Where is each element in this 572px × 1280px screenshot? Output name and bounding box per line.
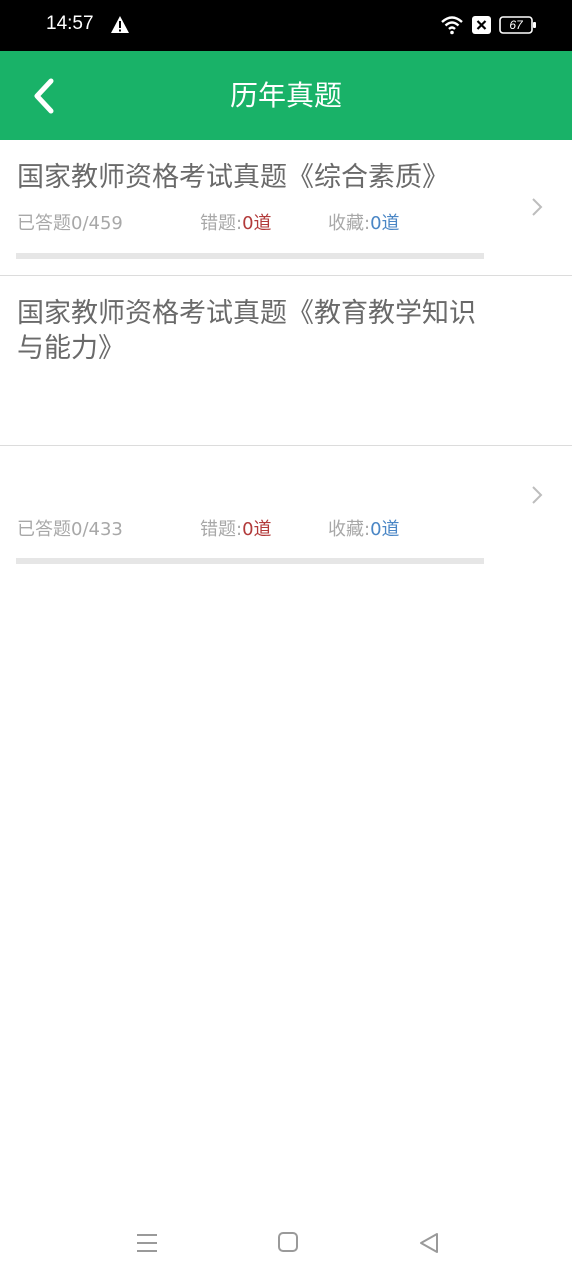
answered-value: 0/459 xyxy=(71,213,123,234)
chevron-right-icon xyxy=(532,486,543,504)
exam-item-comprehensive-quality[interactable]: 国家教师资格考试真题《综合素质》 已答题0/459 错题:0道 收藏:0道 xyxy=(0,140,572,276)
wrong-stat: 错题:0道 xyxy=(200,211,272,237)
wrong-value: 0道 xyxy=(242,519,272,540)
exam-title: 国家教师资格考试真题《教育教学知识与能力》 xyxy=(17,298,476,364)
chevron-left-icon xyxy=(34,78,54,114)
wrong-label: 错题: xyxy=(200,213,243,234)
favorite-stat: 收藏:0道 xyxy=(328,517,400,543)
answered-label: 已答题 xyxy=(17,213,71,234)
chevron-right-icon xyxy=(532,198,543,216)
status-time: 14:57 xyxy=(46,13,94,34)
exam-stats: 已答题0/459 错题:0道 收藏:0道 xyxy=(17,211,487,237)
wrong-stat: 错题:0道 xyxy=(200,517,272,543)
progress-bar xyxy=(16,253,484,259)
exam-title: 国家教师资格考试真题《综合素质》 xyxy=(17,162,449,193)
app-bar: 历年真题 xyxy=(0,51,572,140)
menu-icon[interactable] xyxy=(136,1232,158,1254)
favorite-label: 收藏: xyxy=(328,213,371,234)
exam-stats: 已答题0/433 错题:0道 收藏:0道 xyxy=(17,517,487,543)
answered-stat: 已答题0/433 xyxy=(17,517,123,543)
exam-item-education-knowledge[interactable]: 国家教师资格考试真题《教育教学知识与能力》 已答题0/433 错题:0道 收藏:… xyxy=(0,276,572,564)
exam-list: 国家教师资格考试真题《综合素质》 已答题0/459 错题:0道 收藏:0道 国家… xyxy=(0,140,572,564)
system-nav-bar xyxy=(0,1210,572,1280)
home-square-icon[interactable] xyxy=(278,1232,298,1252)
favorite-stat: 收藏:0道 xyxy=(328,211,400,237)
favorite-value: 0道 xyxy=(370,213,400,234)
wifi-icon xyxy=(441,16,463,35)
sim-blocked-icon xyxy=(472,16,491,34)
page-title: 历年真题 xyxy=(229,79,342,112)
answered-label: 已答题 xyxy=(17,519,71,540)
warning-icon xyxy=(111,16,129,33)
answered-value: 0/433 xyxy=(71,519,123,540)
wrong-label: 错题: xyxy=(200,519,243,540)
progress-bar xyxy=(16,558,484,564)
favorite-label: 收藏: xyxy=(328,519,371,540)
battery-level: 67 xyxy=(509,18,523,32)
answered-stat: 已答题0/459 xyxy=(17,211,123,237)
wrong-value: 0道 xyxy=(242,213,272,234)
back-button[interactable] xyxy=(20,71,70,121)
back-triangle-icon[interactable] xyxy=(418,1232,440,1254)
status-bar: 14:57 67 xyxy=(0,0,572,51)
favorite-value: 0道 xyxy=(370,519,400,540)
